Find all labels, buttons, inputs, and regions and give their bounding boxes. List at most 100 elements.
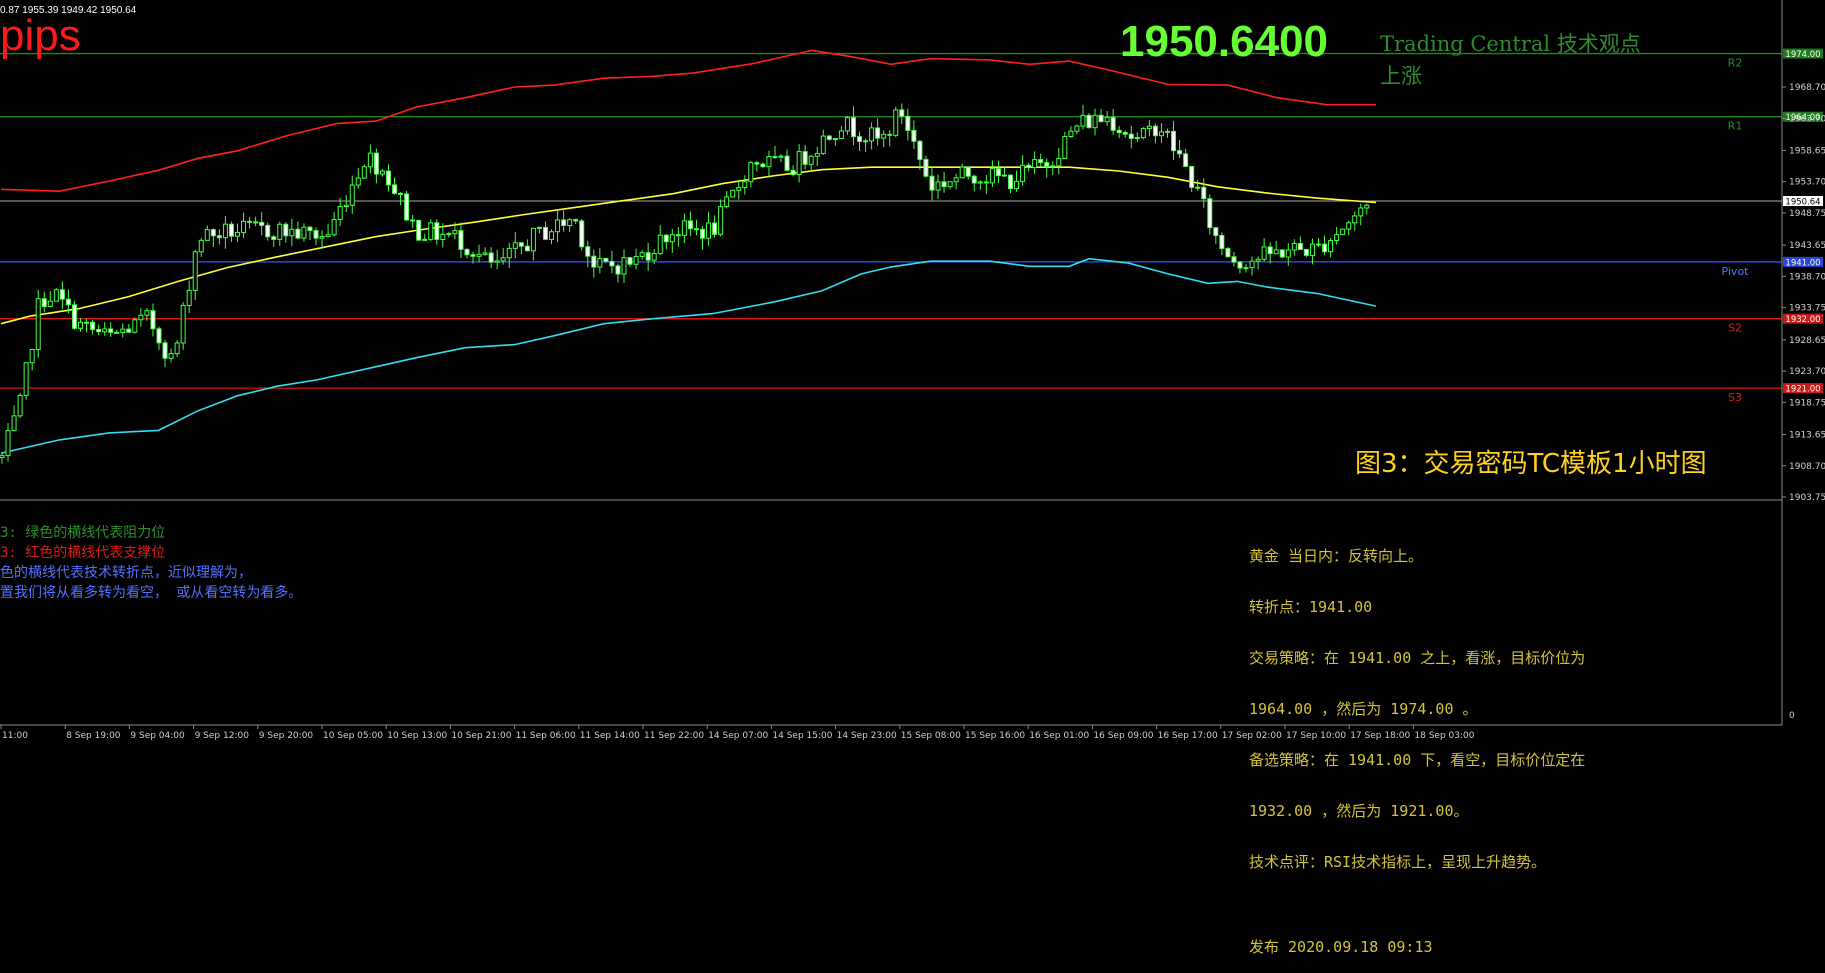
candle-body [712, 222, 718, 235]
candle-body [1255, 258, 1261, 262]
x-tick-label: 11:00 [2, 731, 28, 741]
candle-body [657, 234, 663, 255]
candle-body [180, 304, 186, 344]
candle-body [530, 227, 536, 252]
candle-body [742, 181, 748, 189]
candle-body [796, 151, 802, 176]
candle-body [597, 258, 603, 268]
candle-body [156, 328, 162, 344]
candle-body [645, 252, 651, 261]
candle-body [615, 265, 621, 275]
candle-body [410, 219, 416, 222]
candle-body [844, 117, 850, 132]
y-tick-label: 1908.70 [1789, 462, 1825, 472]
candle-body [174, 342, 180, 355]
level-label-r2: R2 [1728, 57, 1743, 70]
candle-body [1322, 243, 1328, 253]
candle-body [385, 170, 391, 186]
candle-body [1358, 207, 1364, 217]
candle-body [144, 310, 150, 316]
y-tick-label: 1918.75 [1789, 398, 1825, 408]
candle-body [1146, 125, 1152, 129]
candle-body [863, 140, 869, 143]
indicator-zero-label: 0 [1789, 711, 1795, 721]
candle-body [1092, 114, 1098, 129]
candle-body [259, 221, 265, 226]
x-tick-label: 14 Sep 15:00 [772, 731, 832, 741]
candle-body [102, 328, 108, 333]
candle-body [53, 289, 59, 302]
candle-body [5, 430, 11, 457]
analysis-line: 交易策略：在 1941.00 之上，看涨，目标价位为 [1249, 649, 1586, 667]
candle-body [1243, 267, 1249, 270]
candle-body [476, 253, 482, 257]
candle-body [428, 222, 434, 240]
candle-body [216, 235, 222, 239]
x-tick-label: 16 Sep 17:00 [1158, 731, 1218, 741]
candle-body [392, 184, 398, 194]
x-tick-label: 9 Sep 12:00 [195, 731, 250, 741]
x-tick-label: 14 Sep 23:00 [837, 731, 897, 741]
candle-body [627, 257, 633, 265]
candle-body [832, 138, 838, 141]
candle-body [1279, 249, 1285, 258]
candle-body [959, 166, 965, 179]
candle-body [1086, 114, 1092, 129]
candle-body [35, 298, 41, 350]
candle-body [132, 319, 138, 333]
candle-body [881, 133, 887, 139]
candle-body [416, 219, 422, 241]
candle-body [651, 253, 657, 261]
legend-line-pivot-note: 置我们将从看多转为看空， 或从看空转为看多。 [0, 585, 303, 601]
candle-body [633, 255, 639, 265]
candle-body [1062, 135, 1068, 159]
candle-body [929, 175, 935, 191]
analysis-line: 转折点：1941.00 [1249, 598, 1373, 616]
candle-body [1352, 215, 1358, 224]
candle-body [77, 321, 83, 329]
candle-body [1098, 114, 1104, 123]
candle-body [1297, 242, 1303, 250]
candle-body [373, 152, 379, 175]
candle-body [923, 158, 929, 177]
candle-body [536, 226, 542, 229]
candle-body [1219, 234, 1225, 250]
candle-body [669, 234, 675, 243]
candle-body [452, 230, 458, 235]
candle-body [887, 133, 893, 136]
candle-body [1309, 243, 1315, 256]
x-tick-label: 10 Sep 21:00 [451, 731, 511, 741]
candle-body [1110, 116, 1116, 131]
candle-body [114, 331, 120, 334]
candle-body [814, 152, 820, 157]
tc-title: Trading Central 技术观点 [1380, 32, 1641, 56]
x-tick-label: 14 Sep 07:00 [708, 731, 768, 741]
level-label-s2: S2 [1728, 322, 1742, 335]
candle-body [941, 181, 947, 188]
candle-body [96, 328, 102, 333]
candle-body [289, 228, 295, 237]
candle-body [1285, 249, 1291, 258]
candle-body [549, 231, 555, 240]
x-tick-label: 11 Sep 14:00 [580, 731, 640, 741]
candle-body [899, 109, 905, 117]
x-tick-label: 15 Sep 16:00 [965, 731, 1025, 741]
candle-body [1020, 164, 1026, 182]
candle-body [482, 252, 488, 255]
candle-body [349, 184, 355, 206]
candle-body [1249, 260, 1255, 269]
candle-body [65, 298, 71, 306]
candle-body [210, 229, 216, 237]
legend-line-support: 3: 红色的横线代表支撑位 [0, 545, 166, 561]
candle-body [1340, 228, 1346, 236]
candle-body [718, 206, 724, 235]
y-tick-label: 1913.65 [1789, 431, 1825, 441]
candle-body [434, 222, 440, 240]
candle-body [1038, 159, 1044, 164]
candle-body [253, 221, 259, 224]
candle-body [760, 163, 766, 168]
candle-body [542, 226, 548, 240]
candle-body [1334, 234, 1340, 241]
analysis-line: 黄金 当日内：反转向上。 [1249, 547, 1424, 565]
candle-body [766, 156, 772, 168]
